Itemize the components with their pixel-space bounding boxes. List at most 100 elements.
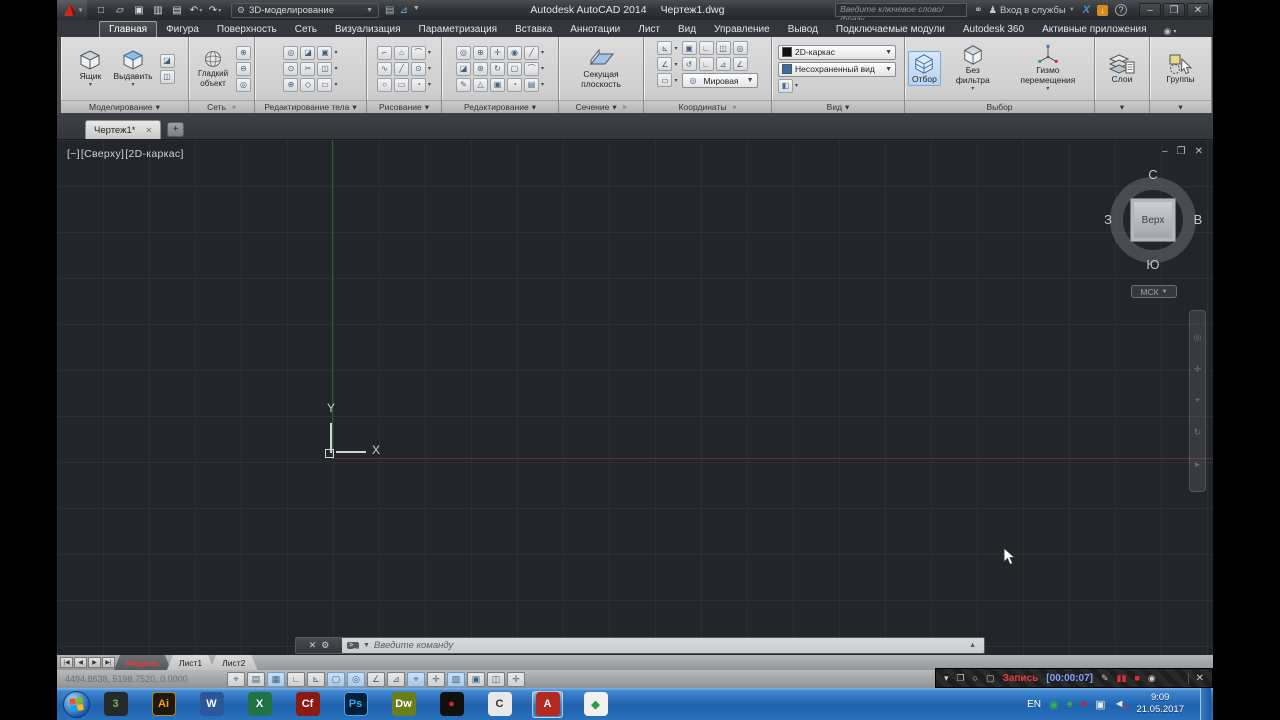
rec-pencil-icon[interactable]: ✎ — [1101, 673, 1109, 684]
redo-icon[interactable]: ↷▾ — [207, 3, 223, 18]
offset-icon[interactable]: ◔ — [507, 78, 522, 92]
rec-fullscreen-icon[interactable]: ▢ — [986, 673, 995, 684]
filter-button[interactable]: Без фильтра▾ — [945, 43, 1001, 93]
restore-button[interactable]: ❐ — [1163, 3, 1185, 17]
line-icon[interactable]: ╱ — [394, 62, 409, 76]
chevron-down-icon[interactable]: ▼ — [413, 5, 420, 16]
extract-edges-icon[interactable]: ◫ — [317, 62, 332, 76]
scale-icon[interactable]: ◎ — [456, 46, 471, 60]
rec-zoom-icon[interactable]: ○ — [973, 673, 978, 683]
show-desktop-button[interactable] — [1200, 688, 1211, 720]
exchange-apps-icon[interactable]: X — [1083, 4, 1090, 16]
wrench-icon[interactable]: ⚙ — [321, 640, 329, 651]
annotation-toggle[interactable]: ✛ — [507, 672, 525, 687]
drawing-canvas[interactable]: [−][Сверху][2D-каркас] – ❐ ✕ X Y С Ю З В… — [57, 139, 1213, 655]
grid-display-toggle[interactable]: ▤ — [247, 672, 265, 687]
erase-icon[interactable]: ✎ — [456, 78, 471, 92]
taskbar-clock[interactable]: 9:0921.05.2017 — [1136, 692, 1184, 716]
groups-button[interactable]: Группы — [1163, 52, 1197, 86]
ribbon-tab-визуализация[interactable]: Визуализация — [326, 22, 409, 37]
viewcube[interactable]: С Ю З В Верх — [1098, 165, 1208, 275]
move-icon[interactable]: ✛ — [490, 46, 505, 60]
panel-title[interactable]: Вид▾ — [772, 100, 904, 113]
imprint-icon[interactable]: ✂ — [300, 62, 315, 76]
panel-title[interactable]: ▾ — [1150, 100, 1211, 113]
section-plane-button[interactable]: Секущая плоскость — [562, 47, 640, 91]
union-icon[interactable]: ◎ — [283, 46, 298, 60]
slice-icon[interactable]: ◪ — [300, 46, 315, 60]
ribbon-tab-фигура[interactable]: Фигура — [157, 22, 208, 37]
open-file-icon[interactable]: ▱ — [112, 3, 128, 18]
ribbon-tab-аннотации[interactable]: Аннотации — [561, 22, 629, 37]
navigation-wheel-icon[interactable]: ◎ — [1194, 332, 1202, 343]
rec-menu-icon[interactable]: ▾ — [944, 673, 949, 684]
compass-south[interactable]: Ю — [1143, 257, 1163, 272]
layout-nav-2[interactable]: ▶ — [88, 657, 101, 668]
minimize-button[interactable]: – — [1139, 3, 1161, 17]
compass-west[interactable]: З — [1098, 212, 1118, 227]
ribbon-tab-autodesk-360[interactable]: Autodesk 360 — [954, 22, 1033, 37]
extrude-face-icon[interactable]: ◪ — [456, 62, 471, 76]
snap-mode-toggle[interactable]: ⌖ — [227, 672, 245, 687]
rec-camera-icon[interactable]: ◉ — [1148, 673, 1156, 684]
ribbon-tab-вставка[interactable]: Вставка — [506, 22, 561, 37]
taskbar-autocad[interactable]: A — [532, 691, 563, 718]
layout-tab-лист1[interactable]: Лист1 — [167, 655, 214, 670]
refine-icon[interactable]: ◎ — [236, 78, 251, 92]
signin-button[interactable]: ♟ Вход в службы▼ — [988, 5, 1074, 16]
panel-title[interactable]: Рисование▾ — [367, 100, 441, 113]
zoom-icon[interactable]: ⌖ — [1195, 395, 1200, 406]
ribbon-tab-активные-приложения[interactable]: Активные приложения — [1033, 22, 1155, 37]
dynamic-input-toggle[interactable]: ⌖ — [407, 672, 425, 687]
intersect-icon[interactable]: ⊕ — [283, 78, 298, 92]
document-tab[interactable]: Чертеж1*✕ — [85, 120, 161, 139]
language-indicator[interactable]: EN — [1027, 699, 1041, 710]
rec-pause-icon[interactable]: ▮▮ — [1117, 673, 1127, 684]
rectangle-icon[interactable]: ▭ — [394, 78, 409, 92]
3d-rotate-icon[interactable]: ⊛ — [473, 62, 488, 76]
smooth-more-icon[interactable]: ⊕ — [236, 46, 251, 60]
polyline-icon[interactable]: ⌐ — [377, 46, 392, 60]
layout-tab-лист2[interactable]: Лист2 — [210, 655, 257, 670]
presspull-icon[interactable]: ◪ — [160, 54, 175, 68]
ellipse-icon[interactable]: ◔ — [411, 78, 426, 92]
taskbar-recorder[interactable]: ● — [436, 691, 467, 718]
culling-button[interactable]: Отбор — [908, 51, 941, 87]
chevron-down-icon[interactable]: ▼ — [363, 642, 370, 649]
search-input[interactable]: Введите ключевое слово/фразу — [835, 3, 967, 17]
drawing-recovery-icon[interactable]: ▤ — [385, 5, 394, 16]
ucs-origin-icon[interactable]: ◎ — [733, 41, 748, 55]
command-line-grip[interactable]: ✕ ⚙ — [296, 638, 342, 653]
3d-scale-icon[interactable]: △ — [473, 78, 488, 92]
dynamic-ucs-toggle[interactable]: ⊿ — [387, 672, 405, 687]
save-icon[interactable]: ▣ — [131, 3, 147, 18]
thicken-icon[interactable]: ▣ — [317, 46, 332, 60]
taskbar-photoshop[interactable]: Ps — [340, 691, 371, 718]
selection-cycling-toggle[interactable]: ◫ — [487, 672, 505, 687]
polar-tracking-toggle[interactable]: ⊾ — [307, 672, 325, 687]
viewport-config-icon[interactable]: ◧ — [778, 79, 793, 93]
ribbon-tab-главная[interactable]: Главная — [99, 21, 157, 37]
tray-antivirus-icon[interactable]: ◉ — [1049, 698, 1059, 711]
viewport-minimize-icon[interactable]: – — [1162, 146, 1168, 157]
ucs-z-icon[interactable]: ⊿ — [716, 57, 731, 71]
ucs-view-icon[interactable]: ▭ — [657, 73, 672, 87]
ribbon-tab-сеть[interactable]: Сеть — [286, 22, 326, 37]
layout-nav-0[interactable]: |◀ — [60, 657, 73, 668]
grid-toggle[interactable]: ▦ — [267, 672, 285, 687]
gizmo-button[interactable]: Гизмо перемещения▾ — [1005, 43, 1091, 93]
panel-title[interactable]: Выбор — [905, 100, 1094, 113]
taskbar-3dsmax[interactable]: 3 — [100, 691, 131, 718]
lineweight-toggle[interactable]: ✛ — [427, 672, 445, 687]
subtract-icon[interactable]: ⊙ — [283, 62, 298, 76]
rotate-icon[interactable]: ↻ — [490, 62, 505, 76]
arc-icon[interactable]: ⌒ — [411, 46, 426, 60]
taskbar-dreamweaver[interactable]: Dw — [388, 691, 419, 718]
3d-object-snap-toggle[interactable]: ◎ — [347, 672, 365, 687]
updates-icon[interactable]: ↓ — [1097, 5, 1108, 16]
close-icon[interactable]: ✕ — [309, 640, 317, 651]
panel-title[interactable]: ▾ — [1095, 100, 1149, 113]
visual-style-dropdown[interactable]: 2D-каркас▼ — [778, 45, 896, 60]
application-menu-button[interactable]: ▾ — [57, 0, 87, 20]
3d-align-icon[interactable]: ◉ — [507, 46, 522, 60]
